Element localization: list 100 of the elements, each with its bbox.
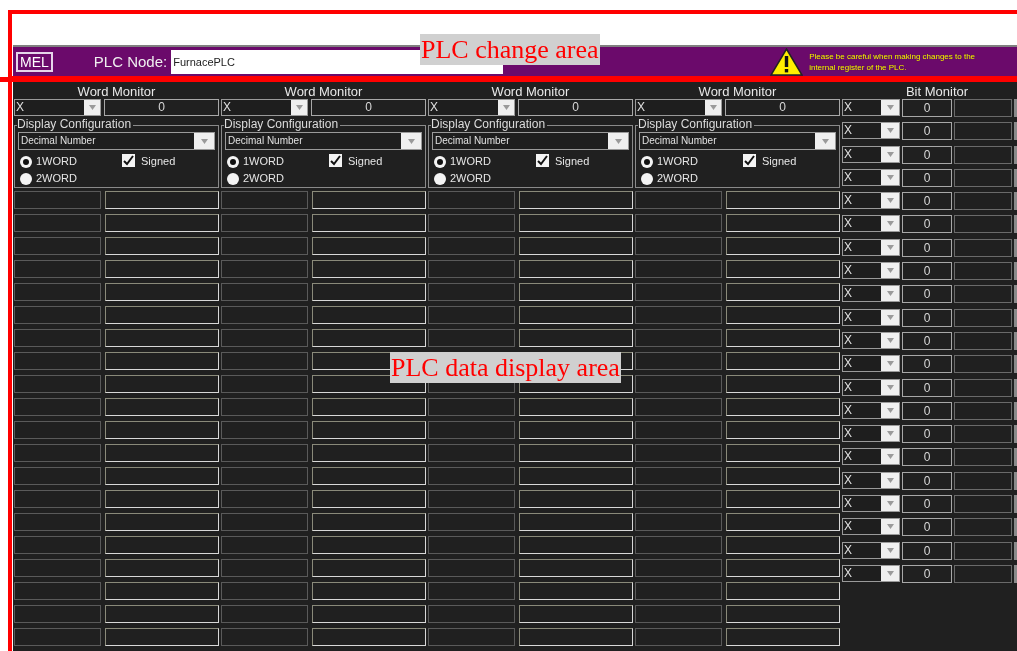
data-value-field[interactable] bbox=[312, 421, 426, 439]
device-dropdown[interactable]: X bbox=[842, 238, 900, 256]
data-value-field[interactable] bbox=[105, 444, 219, 462]
bit-value-field[interactable]: 0 bbox=[902, 401, 952, 420]
value-field[interactable]: 0 bbox=[518, 99, 633, 116]
data-value-field[interactable] bbox=[519, 582, 633, 600]
signed-checkbox[interactable]: Signed bbox=[743, 153, 797, 170]
bit-value-field[interactable]: 0 bbox=[902, 425, 952, 444]
device-dropdown[interactable]: X bbox=[635, 99, 722, 116]
data-value-field[interactable] bbox=[726, 375, 840, 393]
data-value-field[interactable] bbox=[519, 398, 633, 416]
format-dropdown[interactable]: Decimal Number bbox=[225, 132, 422, 150]
data-value-field[interactable] bbox=[519, 421, 633, 439]
device-dropdown[interactable]: X bbox=[842, 331, 900, 349]
data-value-field[interactable] bbox=[105, 467, 219, 485]
data-value-field[interactable] bbox=[519, 467, 633, 485]
data-value-field[interactable] bbox=[312, 513, 426, 531]
data-value-field[interactable] bbox=[105, 582, 219, 600]
data-value-field[interactable] bbox=[519, 490, 633, 508]
bit-comment-field[interactable] bbox=[954, 448, 1012, 467]
word-size-radio[interactable]: 1WORD bbox=[639, 153, 743, 170]
data-value-field[interactable] bbox=[312, 306, 426, 324]
device-dropdown[interactable]: X bbox=[842, 401, 900, 419]
device-dropdown[interactable]: X bbox=[221, 99, 308, 116]
data-value-field[interactable] bbox=[726, 490, 840, 508]
data-value-field[interactable] bbox=[726, 536, 840, 554]
data-value-field[interactable] bbox=[519, 605, 633, 623]
bit-value-field[interactable]: 0 bbox=[902, 122, 952, 141]
data-value-field[interactable] bbox=[726, 628, 840, 646]
data-value-field[interactable] bbox=[105, 559, 219, 577]
data-value-field[interactable] bbox=[519, 536, 633, 554]
bit-value-field[interactable]: 0 bbox=[902, 518, 952, 537]
data-value-field[interactable] bbox=[726, 306, 840, 324]
word-size-radio[interactable]: 2WORD bbox=[432, 170, 536, 187]
data-value-field[interactable] bbox=[105, 421, 219, 439]
data-value-field[interactable] bbox=[519, 444, 633, 462]
data-value-field[interactable] bbox=[519, 628, 633, 646]
bit-comment-field[interactable] bbox=[954, 99, 1012, 117]
data-value-field[interactable] bbox=[105, 398, 219, 416]
data-value-field[interactable] bbox=[519, 237, 633, 255]
bit-value-field[interactable]: 0 bbox=[902, 541, 952, 560]
bit-value-field[interactable]: 0 bbox=[902, 262, 952, 281]
device-dropdown[interactable]: X bbox=[842, 168, 900, 186]
data-value-field[interactable] bbox=[312, 191, 426, 209]
data-value-field[interactable] bbox=[726, 582, 840, 600]
value-field[interactable]: 0 bbox=[104, 99, 219, 116]
bit-comment-field[interactable] bbox=[954, 215, 1012, 234]
bit-comment-field[interactable] bbox=[954, 145, 1012, 164]
device-dropdown[interactable]: X bbox=[842, 518, 900, 536]
word-size-radio[interactable]: 2WORD bbox=[225, 170, 329, 187]
device-dropdown[interactable]: X bbox=[842, 262, 900, 280]
device-dropdown[interactable]: X bbox=[842, 285, 900, 303]
bit-comment-field[interactable] bbox=[954, 355, 1012, 374]
device-dropdown[interactable]: X bbox=[842, 378, 900, 396]
signed-checkbox[interactable]: Signed bbox=[329, 153, 383, 170]
word-size-radio[interactable]: 1WORD bbox=[432, 153, 536, 170]
bit-comment-field[interactable] bbox=[954, 564, 1012, 583]
bit-value-field[interactable]: 0 bbox=[902, 285, 952, 304]
bit-value-field[interactable]: 0 bbox=[902, 355, 952, 374]
device-dropdown[interactable]: X bbox=[842, 308, 900, 326]
data-value-field[interactable] bbox=[312, 559, 426, 577]
bit-comment-field[interactable] bbox=[954, 262, 1012, 281]
data-value-field[interactable] bbox=[726, 513, 840, 531]
data-value-field[interactable] bbox=[726, 559, 840, 577]
device-dropdown[interactable]: X bbox=[842, 192, 900, 210]
signed-checkbox[interactable]: Signed bbox=[536, 153, 590, 170]
bit-comment-field[interactable] bbox=[954, 285, 1012, 304]
device-dropdown[interactable]: X bbox=[842, 122, 900, 140]
data-value-field[interactable] bbox=[105, 490, 219, 508]
word-size-radio[interactable]: 2WORD bbox=[639, 170, 743, 187]
device-dropdown[interactable]: X bbox=[842, 99, 900, 116]
bit-value-field[interactable]: 0 bbox=[902, 378, 952, 397]
data-value-field[interactable] bbox=[312, 237, 426, 255]
bit-value-field[interactable]: 0 bbox=[902, 238, 952, 257]
format-dropdown[interactable]: Decimal Number bbox=[639, 132, 836, 150]
data-value-field[interactable] bbox=[105, 628, 219, 646]
data-value-field[interactable] bbox=[726, 329, 840, 347]
device-dropdown[interactable]: X bbox=[842, 471, 900, 489]
value-field[interactable]: 0 bbox=[311, 99, 426, 116]
bit-comment-field[interactable] bbox=[954, 425, 1012, 444]
data-value-field[interactable] bbox=[312, 628, 426, 646]
bit-comment-field[interactable] bbox=[954, 495, 1012, 514]
data-value-field[interactable] bbox=[312, 582, 426, 600]
device-dropdown[interactable]: X bbox=[842, 425, 900, 443]
bit-value-field[interactable]: 0 bbox=[902, 448, 952, 467]
data-value-field[interactable] bbox=[105, 306, 219, 324]
device-dropdown[interactable]: X bbox=[842, 541, 900, 559]
data-value-field[interactable] bbox=[519, 329, 633, 347]
data-value-field[interactable] bbox=[105, 214, 219, 232]
device-dropdown[interactable]: X bbox=[14, 99, 101, 116]
data-value-field[interactable] bbox=[105, 260, 219, 278]
bit-value-field[interactable]: 0 bbox=[902, 168, 952, 187]
data-value-field[interactable] bbox=[312, 214, 426, 232]
value-field[interactable]: 0 bbox=[725, 99, 840, 116]
signed-checkbox[interactable]: Signed bbox=[122, 153, 176, 170]
data-value-field[interactable] bbox=[312, 605, 426, 623]
data-value-field[interactable] bbox=[312, 490, 426, 508]
word-size-radio[interactable]: 2WORD bbox=[18, 170, 122, 187]
bit-comment-field[interactable] bbox=[954, 518, 1012, 537]
data-value-field[interactable] bbox=[726, 352, 840, 370]
